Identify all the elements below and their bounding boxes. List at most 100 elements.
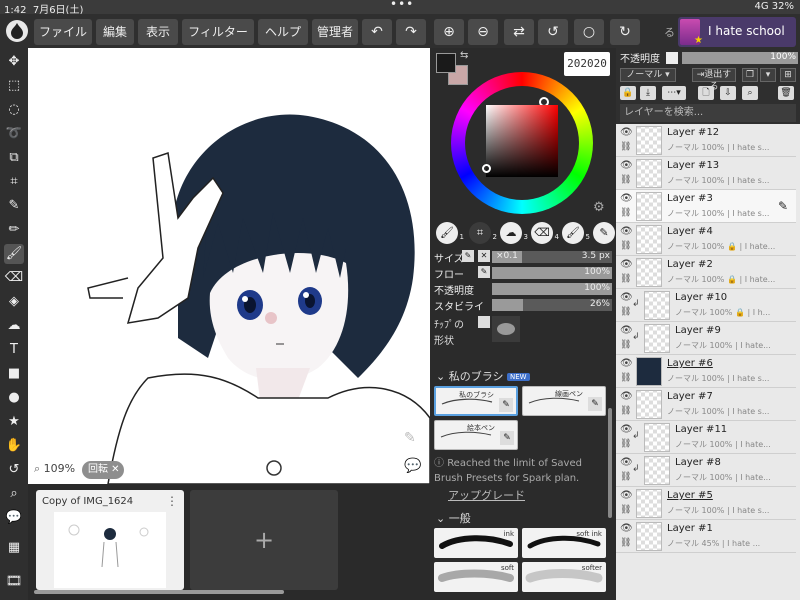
edit-brush-icon[interactable]: ✎	[588, 397, 602, 411]
layer-row[interactable]: 👁 ⛓ Layer #13 ノーマル 100% | I hate s...	[616, 157, 796, 190]
kebab-menu-icon[interactable]: ⋮	[166, 494, 178, 508]
crop-icon[interactable]: ⌗	[4, 172, 24, 192]
brush-slot-3[interactable]: ☁ 3	[500, 222, 528, 244]
hex-color-input[interactable]: 202020	[564, 52, 610, 76]
zoom-out-icon[interactable]: ⊖	[468, 19, 498, 45]
undo-icon[interactable]: ↶	[362, 19, 392, 45]
eye-icon[interactable]: 👁	[620, 523, 633, 534]
layer-lock-icon[interactable]: ⛓	[620, 241, 631, 251]
layer-lock-icon[interactable]: ⛓	[620, 373, 631, 383]
general-brushes-header[interactable]: ⌄ 一般	[436, 510, 471, 526]
lock-icon[interactable]: 🔒	[620, 86, 636, 100]
chat-bubble-icon[interactable]: 💬	[404, 458, 421, 474]
app-logo-icon[interactable]	[6, 20, 28, 42]
text-icon[interactable]: T	[4, 340, 24, 360]
layer-row[interactable]: 👁 ⛓ Layer #4 ノーマル 100% 🔒 | I hate...	[616, 223, 796, 256]
layer-lock-icon[interactable]: ⛓	[620, 472, 631, 482]
eye-icon[interactable]: 👁	[620, 325, 633, 336]
import-icon[interactable]: ⇩	[720, 86, 736, 100]
filmstrip-icon[interactable]: 🎞	[4, 572, 24, 592]
circle-icon[interactable]: ●	[4, 388, 24, 408]
layer-opacity-slider[interactable]: 100%	[682, 52, 798, 64]
foreground-color-swatch[interactable]	[436, 53, 456, 73]
layer-row[interactable]: 👁 ⛓ ↲ Layer #8 ノーマル 100% | I hate...	[616, 454, 796, 487]
layer-row[interactable]: 👁 ⛓ Layer #7 ノーマル 100% | I hate s...	[616, 388, 796, 421]
upgrade-link[interactable]: アップグレード	[448, 487, 525, 503]
layer-row-selected[interactable]: 👁 ⛓ Layer #3 ノーマル 100% | I hate s... ✎	[616, 190, 796, 223]
brush-card-soft-ink[interactable]: soft ink	[522, 528, 606, 558]
eye-icon[interactable]: 👁	[620, 127, 633, 138]
zoom-in-icon[interactable]: ⊕	[434, 19, 464, 45]
layer-lock-icon[interactable]: ⛓	[620, 208, 631, 218]
eraser-icon[interactable]: ⌫	[4, 268, 24, 288]
layer-lock-icon[interactable]: ⛓	[620, 175, 631, 185]
menu-filter[interactable]: フィルター	[182, 19, 254, 45]
brush-card-picture-pen[interactable]: 絵本ペン ✎	[434, 420, 518, 450]
brush-slot-1[interactable]: 🖌 1	[436, 222, 464, 244]
rotate-right-icon[interactable]: ↻	[610, 19, 640, 45]
add-layer-icon[interactable]: ⊞	[780, 68, 796, 82]
tip-checkbox[interactable]	[478, 316, 490, 328]
eye-icon[interactable]: 👁	[620, 358, 633, 369]
menu-view[interactable]: 表示	[138, 19, 178, 45]
size-slider[interactable]: ×0.1 3.5 px	[492, 251, 612, 263]
brush-panel-scrollbar[interactable]	[608, 408, 612, 518]
brush-card-soft[interactable]: soft	[434, 562, 518, 592]
user-account-button[interactable]: ★ I hate school	[678, 17, 796, 47]
layer-row[interactable]: 👁 ⛓ ↲ Layer #9 ノーマル 100% | I hate...	[616, 322, 796, 355]
add-document-button[interactable]: +	[190, 490, 338, 590]
gear-icon[interactable]: ⚙	[593, 200, 605, 215]
blend-mode-select[interactable]: ノーマル ▾	[620, 68, 676, 82]
trash-icon[interactable]: 🗑	[778, 86, 794, 100]
sv-handle[interactable]	[482, 164, 491, 173]
eye-icon[interactable]: 👁	[620, 193, 633, 204]
redo-icon[interactable]: ↷	[396, 19, 426, 45]
layer-lock-icon[interactable]: ⛓	[620, 538, 631, 548]
layer-lock-icon[interactable]: ⛓	[620, 439, 631, 449]
eye-icon[interactable]: 👁	[620, 424, 633, 435]
eye-icon[interactable]: 👁	[620, 457, 633, 468]
eye-icon[interactable]: 👁	[620, 259, 633, 270]
dropdown-icon[interactable]: ▾	[760, 68, 776, 82]
transform-icon[interactable]: ⧉	[4, 148, 24, 168]
layer-row[interactable]: 👁 ⛓ Layer #12 ノーマル 100% | I hate s...	[616, 124, 796, 157]
layer-row[interactable]: 👁 ⛓ Layer #6 ノーマル 100% | I hate s...	[616, 355, 796, 388]
zoom-icon[interactable]: ⌕	[4, 484, 24, 504]
flow-slider[interactable]: 100%	[492, 267, 612, 279]
brush-slot-2[interactable]: ⌗ 2	[469, 222, 497, 244]
menu-edit[interactable]: 編集	[96, 19, 134, 45]
move-tool-icon[interactable]: ✥	[4, 52, 24, 72]
layer-row[interactable]: 👁 ⛓ Layer #5 ノーマル 100% | I hate s...	[616, 487, 796, 520]
eye-icon[interactable]: 👁	[620, 226, 633, 237]
rotate-chip[interactable]: 回転 ✕	[82, 461, 124, 479]
layer-lock-icon[interactable]: ⛓	[620, 142, 631, 152]
brush-slot-6[interactable]: ✎6	[593, 222, 621, 244]
layer-search-input[interactable]: レイヤーを検索...	[620, 104, 796, 122]
rotate-left-icon[interactable]: ↺	[538, 19, 568, 45]
eye-icon[interactable]: 👁	[620, 292, 633, 303]
layer-lock-icon[interactable]: ⛓	[620, 505, 631, 515]
drawing-canvas[interactable]	[28, 48, 430, 484]
rect-select-icon[interactable]: ⬚	[4, 76, 24, 96]
lasso-icon[interactable]: ➰	[4, 124, 24, 144]
eyedropper-icon[interactable]: ✎	[4, 196, 24, 216]
search-icon[interactable]: ⌕	[742, 86, 758, 100]
pressure-icon[interactable]: ✎	[462, 250, 474, 262]
comment-icon[interactable]: 💬	[4, 508, 24, 528]
stabilizer-slider[interactable]: 26%	[492, 299, 612, 311]
menu-admin[interactable]: 管理者	[312, 19, 358, 45]
brush-slot-4[interactable]: ⌫ 4	[531, 222, 559, 244]
document-scrollbar[interactable]	[34, 590, 284, 594]
layer-lock-icon[interactable]: ⛓	[620, 307, 631, 317]
brush-slot-5[interactable]: 🖌 5	[562, 222, 590, 244]
rectangle-icon[interactable]: ■	[4, 364, 24, 384]
pen-hover-icon[interactable]: ✎	[404, 430, 416, 446]
layer-row[interactable]: 👁 ⛓ ↲ Layer #10 ノーマル 100% 🔒 | I h...	[616, 289, 796, 322]
exit-button[interactable]: ⇥退出する	[692, 68, 736, 92]
swap-colors-icon[interactable]: ⇆	[460, 50, 468, 61]
brush-card-line-pen[interactable]: 線画ペン ✎	[522, 386, 606, 416]
document-thumbnail[interactable]: Copy of IMG_1624 ⋮	[36, 490, 184, 590]
reset-icon[interactable]: ✕	[478, 250, 490, 262]
layer-lock-icon[interactable]: ⛓	[620, 274, 631, 284]
layer-row[interactable]: 👁 ⛓ Layer #1 ノーマル 45% | I hate ...	[616, 520, 796, 553]
